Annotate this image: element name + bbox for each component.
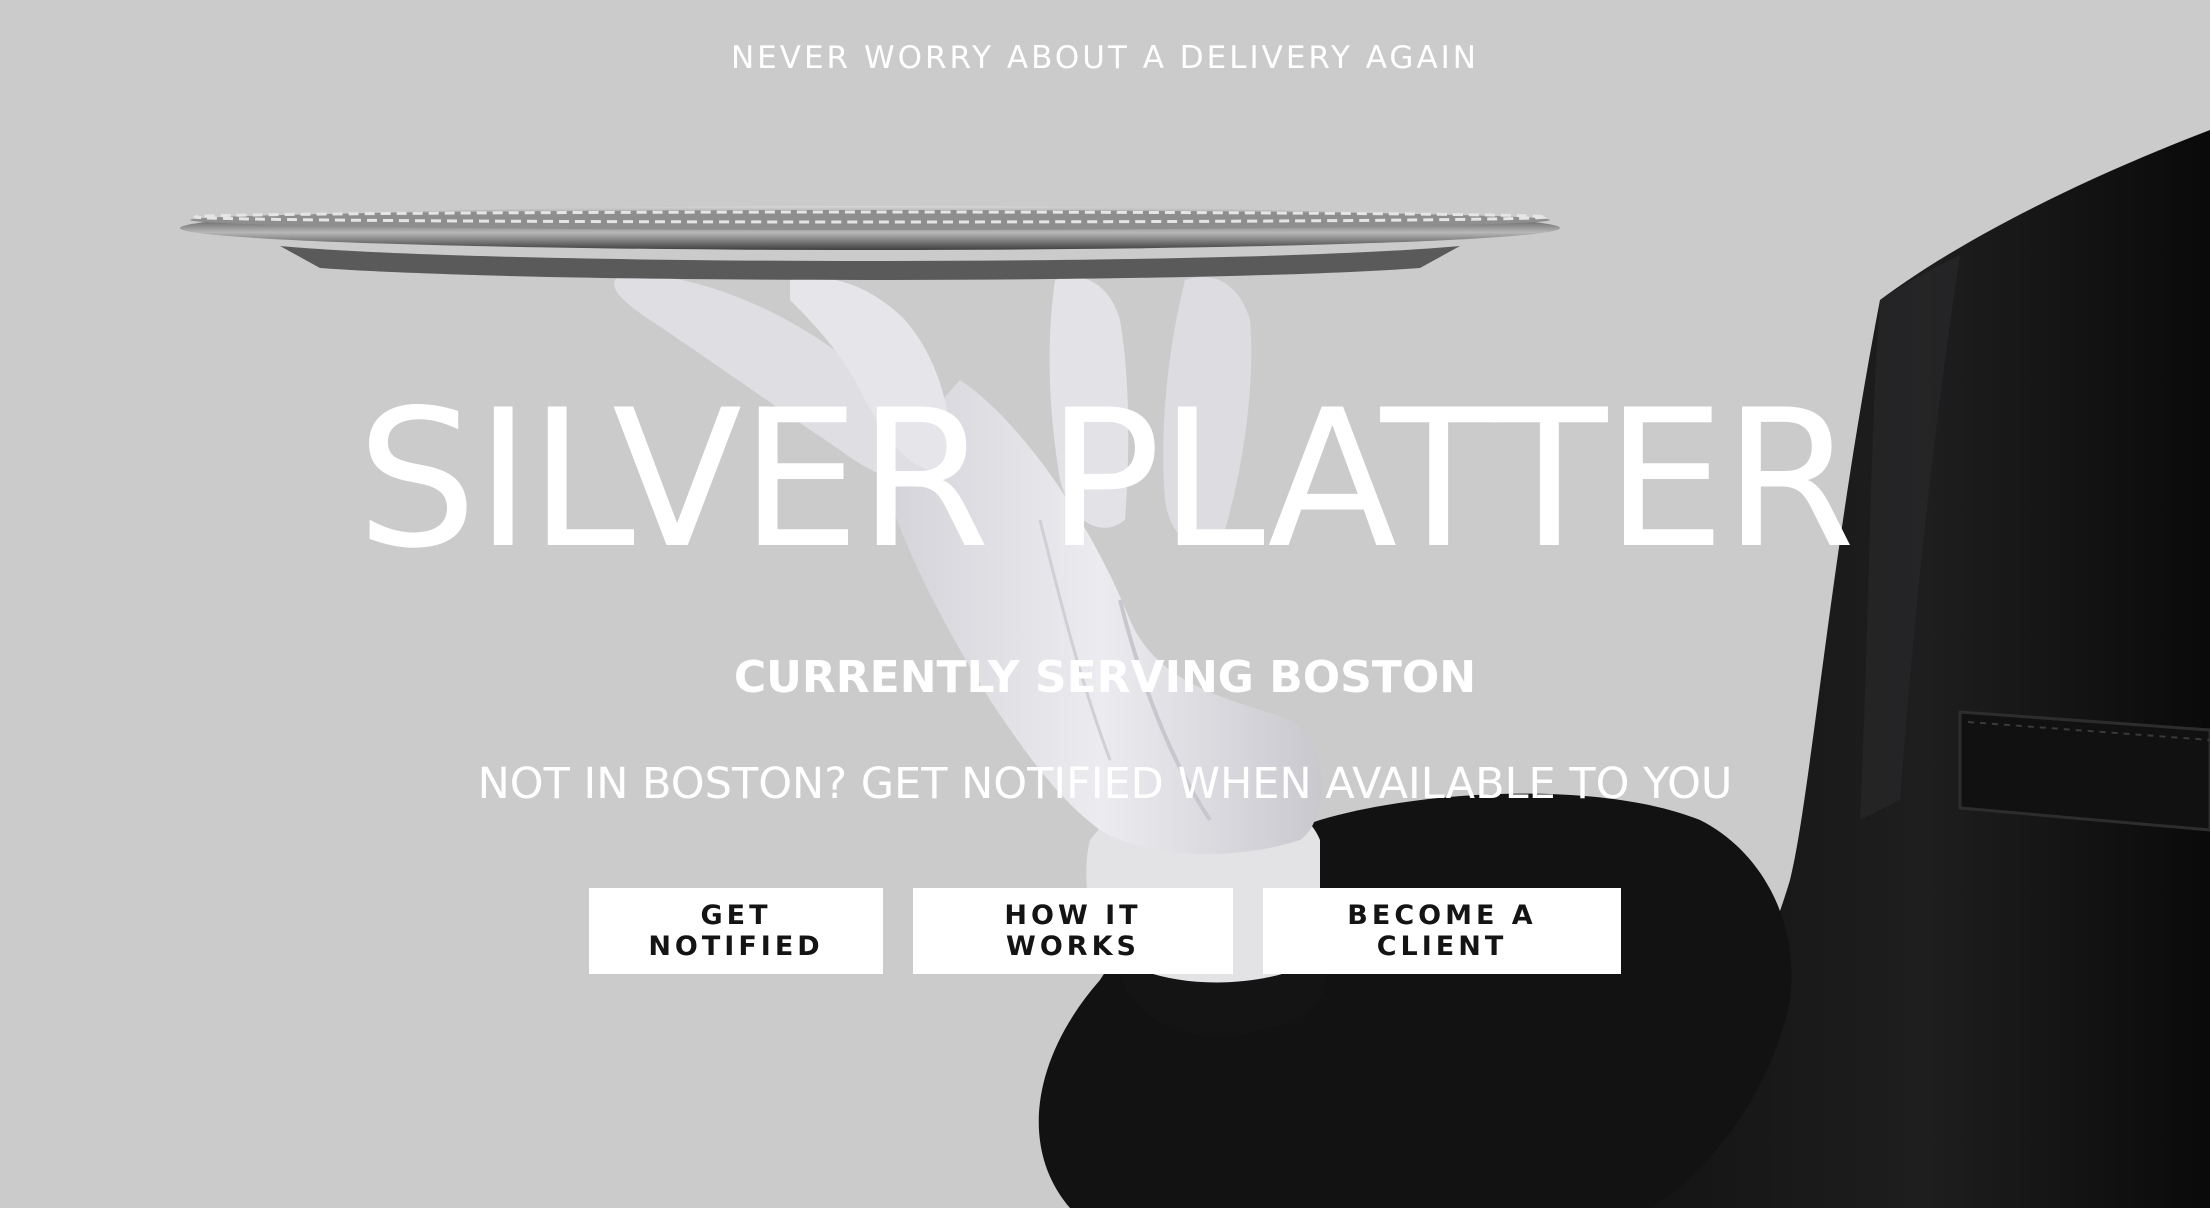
hero-content: NEVER WORRY ABOUT A DELIVERY AGAIN SILVE… (0, 0, 2210, 1208)
get-notified-button[interactable]: GET NOTIFIED (589, 888, 883, 974)
become-client-button[interactable]: BECOME A CLIENT (1263, 888, 1621, 974)
tagline: NEVER WORRY ABOUT A DELIVERY AGAIN (730, 40, 1479, 76)
cta-row: GET NOTIFIED HOW IT WORKS BECOME A CLIEN… (0, 888, 2210, 974)
notify-text: NOT IN BOSTON? GET NOTIFIED WHEN AVAILAB… (477, 759, 1733, 809)
hero-section: NEVER WORRY ABOUT A DELIVERY AGAIN SILVE… (0, 0, 2210, 1208)
brand-title: SILVER PLATTER (356, 369, 1856, 590)
how-it-works-button[interactable]: HOW IT WORKS (913, 888, 1233, 974)
serving-location: CURRENTLY SERVING BOSTON (733, 652, 1477, 703)
